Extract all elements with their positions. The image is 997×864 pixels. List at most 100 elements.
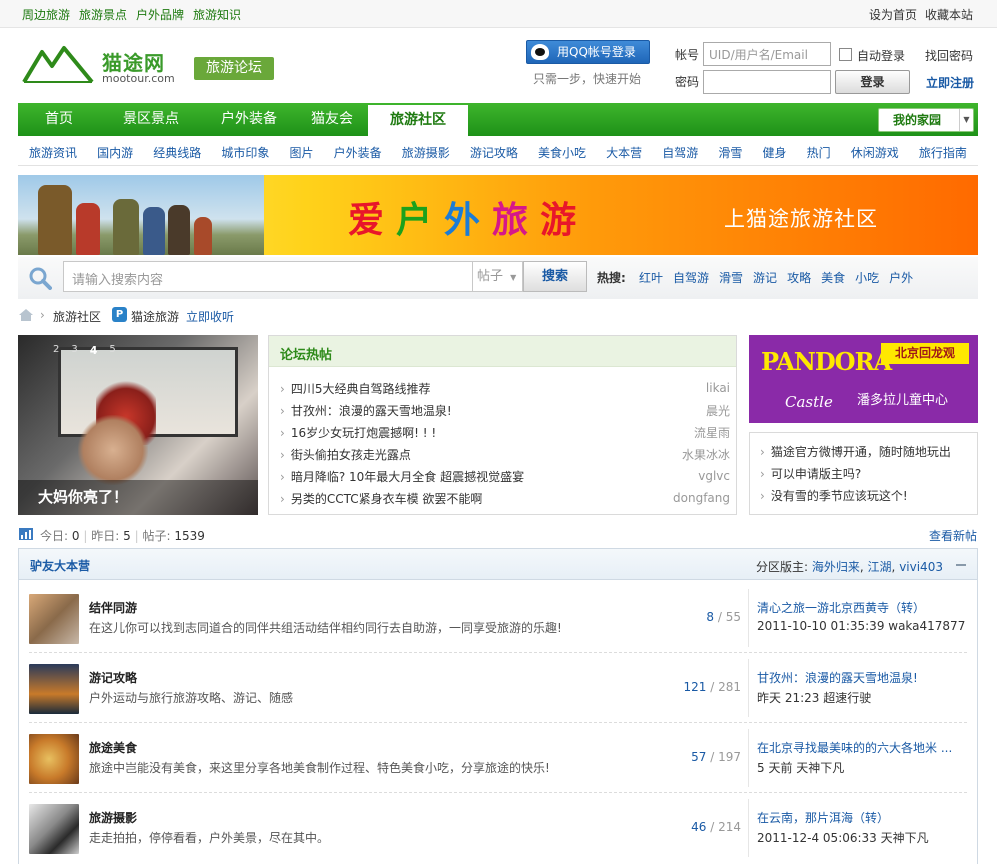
forum-name[interactable]: 旅途美食	[89, 739, 137, 756]
slide-dot[interactable]: 5	[109, 344, 115, 357]
slide-dot[interactable]: 3	[71, 344, 77, 357]
subnav-item[interactable]: 大本营	[606, 144, 642, 161]
side-link[interactable]: 猫途官方微博开通，随时随地玩出	[760, 441, 967, 463]
forum-badge[interactable]: 旅游论坛	[194, 57, 274, 80]
set-homepage-link[interactable]: 设为首页	[869, 6, 917, 23]
hot-tag[interactable]: 攻略	[787, 269, 811, 286]
top-link-knowledge[interactable]: 旅游知识	[193, 6, 241, 23]
forum-thumbnail[interactable]	[29, 804, 79, 854]
login-button[interactable]: 登录	[835, 70, 910, 94]
hot-post-title[interactable]: 另类的CCTC紧身衣车模 欲罢不能啊	[280, 490, 483, 507]
nav-friends[interactable]: 猫友会	[296, 103, 368, 136]
subnav-item[interactable]: 户外装备	[334, 144, 382, 161]
side-link[interactable]: 可以申请版主吗?	[760, 463, 967, 485]
subnav-item[interactable]: 美食小吃	[538, 144, 586, 161]
hot-post-author[interactable]: vglvc	[698, 469, 730, 483]
subnav-item[interactable]: 自驾游	[662, 144, 698, 161]
nav-gear[interactable]: 户外装备	[202, 103, 296, 136]
password-input[interactable]	[703, 70, 831, 94]
hot-post-title[interactable]: 暗月降临? 10年最大月全食 超震撼视觉盛宴	[280, 468, 524, 485]
mountain-logo-icon[interactable]	[22, 44, 94, 84]
breadcrumb-section[interactable]: 旅游社区	[53, 308, 101, 325]
subscribe-link[interactable]: 立即收听	[186, 308, 234, 325]
slide-caption[interactable]: 大妈你亮了！	[18, 480, 258, 515]
last-post-title[interactable]: 在云南，那片洱海（转）	[757, 809, 962, 826]
chevron-down-icon[interactable]: ▼	[959, 109, 973, 131]
hot-tag[interactable]: 美食	[821, 269, 845, 286]
forum-name[interactable]: 旅游摄影	[89, 809, 137, 826]
ad-location-tag: 北京回龙观	[881, 343, 969, 364]
hot-post-author[interactable]: dongfang	[673, 491, 730, 505]
view-new-posts-link[interactable]: 查看新帖	[929, 527, 977, 544]
last-post-title[interactable]: 清心之旅一游北京西黄寺（转）	[757, 599, 962, 616]
moderator-link[interactable]: 海外归来	[812, 560, 860, 574]
nav-community[interactable]: 旅游社区	[368, 105, 468, 136]
subnav-item[interactable]: 国内游	[97, 144, 133, 161]
forum-name[interactable]: 游记攻略	[89, 669, 137, 686]
qq-login-button[interactable]: 用QQ帐号登录	[526, 40, 650, 64]
forum-thumbnail[interactable]	[29, 734, 79, 784]
hot-post-title[interactable]: 16岁少女玩打炮震撼啊! ! !	[280, 424, 436, 441]
slide-dot[interactable]: 2	[53, 344, 59, 357]
my-home-dropdown[interactable]: 我的家园 ▼	[878, 108, 974, 132]
top-link-nearby[interactable]: 周边旅游	[22, 6, 70, 23]
forum-group-title[interactable]: 驴友大本营	[30, 557, 90, 574]
register-link[interactable]: 立即注册	[926, 74, 974, 91]
search-input[interactable]: 请输入搜索内容	[63, 261, 473, 292]
subnav-item[interactable]: 游记攻略	[470, 144, 518, 161]
yesterday-count: 5	[123, 529, 131, 543]
last-post-title[interactable]: 甘孜州：浪漫的露天雪地温泉!	[757, 669, 962, 686]
subnav-item[interactable]: 旅行指南	[919, 144, 967, 161]
subnav-item[interactable]: 旅游摄影	[402, 144, 450, 161]
promo-banner[interactable]: 爱户外旅游 上猫途旅游社区	[18, 175, 978, 255]
breadcrumb-app[interactable]: 猫途旅游	[131, 308, 179, 325]
subnav-item[interactable]: 健身	[763, 144, 787, 161]
auto-login-checkbox[interactable]	[839, 48, 852, 61]
featured-slideshow[interactable]: 2 3 4 5 大妈你亮了！	[18, 335, 258, 515]
hot-post-author[interactable]: 流星雨	[694, 424, 730, 441]
subnav-item[interactable]: 图片	[290, 144, 314, 161]
hot-post-title[interactable]: 四川5大经典自驾路线推荐	[280, 380, 431, 397]
last-post-title[interactable]: 在北京寻找最美味的的六大各地米 ...	[757, 739, 962, 756]
nav-scenic[interactable]: 景区景点	[100, 103, 202, 136]
list-item: 甘孜州：浪漫的露天雪地温泉! 晨光	[280, 399, 730, 421]
forum-name[interactable]: 结伴同游	[89, 599, 137, 616]
hot-post-author[interactable]: likai	[706, 381, 730, 395]
side-link[interactable]: 没有雪的季节应该玩这个!	[760, 485, 967, 507]
post-count: 55	[725, 610, 741, 624]
home-icon[interactable]	[19, 309, 33, 321]
forum-thumbnail[interactable]	[29, 594, 79, 644]
moderator-link[interactable]: 江湖	[868, 560, 892, 574]
hot-post-title[interactable]: 街头偷拍女孩走光露点	[280, 446, 411, 463]
subnav-item[interactable]: 热门	[807, 144, 831, 161]
hot-post-title[interactable]: 甘孜州：浪漫的露天雪地温泉!	[280, 402, 452, 419]
subnav-item[interactable]: 旅游资讯	[29, 144, 77, 161]
subnav-item[interactable]: 滑雪	[718, 144, 742, 161]
hot-post-author[interactable]: 晨光	[706, 402, 730, 419]
slide-dot-active[interactable]: 4	[90, 344, 98, 357]
auto-login-label[interactable]: 自动登录	[857, 47, 905, 64]
hot-tag[interactable]: 红叶	[639, 269, 663, 286]
search-button[interactable]: 搜索	[523, 261, 587, 292]
hot-tag[interactable]: 游记	[753, 269, 777, 286]
hot-tag[interactable]: 自驾游	[673, 269, 709, 286]
hot-tag[interactable]: 小吃	[855, 269, 879, 286]
top-link-scenic[interactable]: 旅游景点	[79, 6, 127, 23]
search-type-select[interactable]: 帖子 ▼	[473, 261, 523, 292]
forum-thumbnail[interactable]	[29, 664, 79, 714]
forgot-password-link[interactable]: 找回密码	[925, 47, 973, 64]
hot-tag[interactable]: 滑雪	[719, 269, 743, 286]
banner-slogan: 爱户外旅游	[348, 191, 588, 243]
pandora-ad[interactable]: PANDORA Castle 北京回龙观 潘多拉儿童中心	[749, 335, 978, 423]
subnav-item[interactable]: 经典线路	[153, 144, 201, 161]
moderator-link[interactable]: vivi403	[899, 560, 943, 574]
subnav-item[interactable]: 城市印象	[221, 144, 269, 161]
minus-icon[interactable]	[956, 564, 966, 566]
top-link-brands[interactable]: 户外品牌	[136, 6, 184, 23]
hot-post-author[interactable]: 水果冰冰	[682, 446, 730, 463]
nav-home[interactable]: 首页	[18, 103, 100, 136]
subnav-item[interactable]: 休闲游戏	[851, 144, 899, 161]
hot-tag[interactable]: 户外	[889, 269, 913, 286]
bookmark-link[interactable]: 收藏本站	[925, 6, 973, 23]
username-input[interactable]: UID/用户名/Email	[703, 42, 831, 66]
